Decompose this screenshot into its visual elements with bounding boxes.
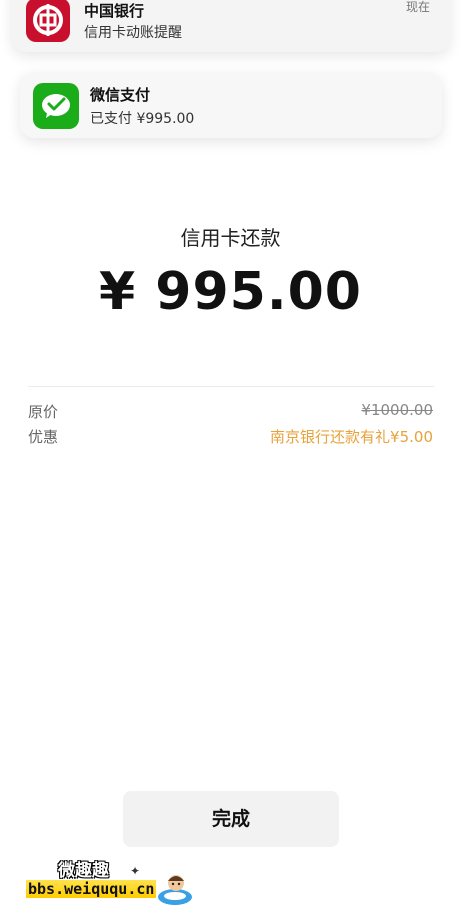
wechat-pay-icon: [33, 83, 79, 129]
original-price-label: 原价: [28, 403, 59, 421]
discount-label: 优惠: [28, 428, 59, 446]
bank-of-china-icon: [26, 0, 70, 42]
sparkle-icon: ✦: [130, 864, 141, 878]
discount-value: 南京银行还款有礼¥5.00: [270, 428, 433, 446]
notification-time: 现在: [405, 0, 430, 14]
notification-title: 微信支付: [90, 86, 151, 104]
watermark-url: bbs.weiququ.cn: [26, 880, 157, 898]
mascot-icon: [156, 868, 194, 908]
wechat-pay-notification[interactable]: 微信支付 已支付 ¥995.00: [20, 72, 442, 138]
original-price-value: ¥1000.00: [361, 401, 433, 419]
notification-body: 信用卡动账提醒: [84, 25, 182, 41]
payment-amount: ¥ 995.00: [99, 262, 362, 322]
bank-notification[interactable]: 中国银行 信用卡动账提醒 现在: [12, 0, 450, 52]
payment-title: 信用卡还款: [180, 226, 281, 250]
done-button[interactable]: 完成: [123, 791, 339, 847]
notification-title: 中国银行: [84, 2, 145, 20]
divider: [28, 386, 434, 387]
watermark-name: 微趣趣: [58, 861, 109, 881]
notification-body: 已支付 ¥995.00: [90, 111, 195, 127]
